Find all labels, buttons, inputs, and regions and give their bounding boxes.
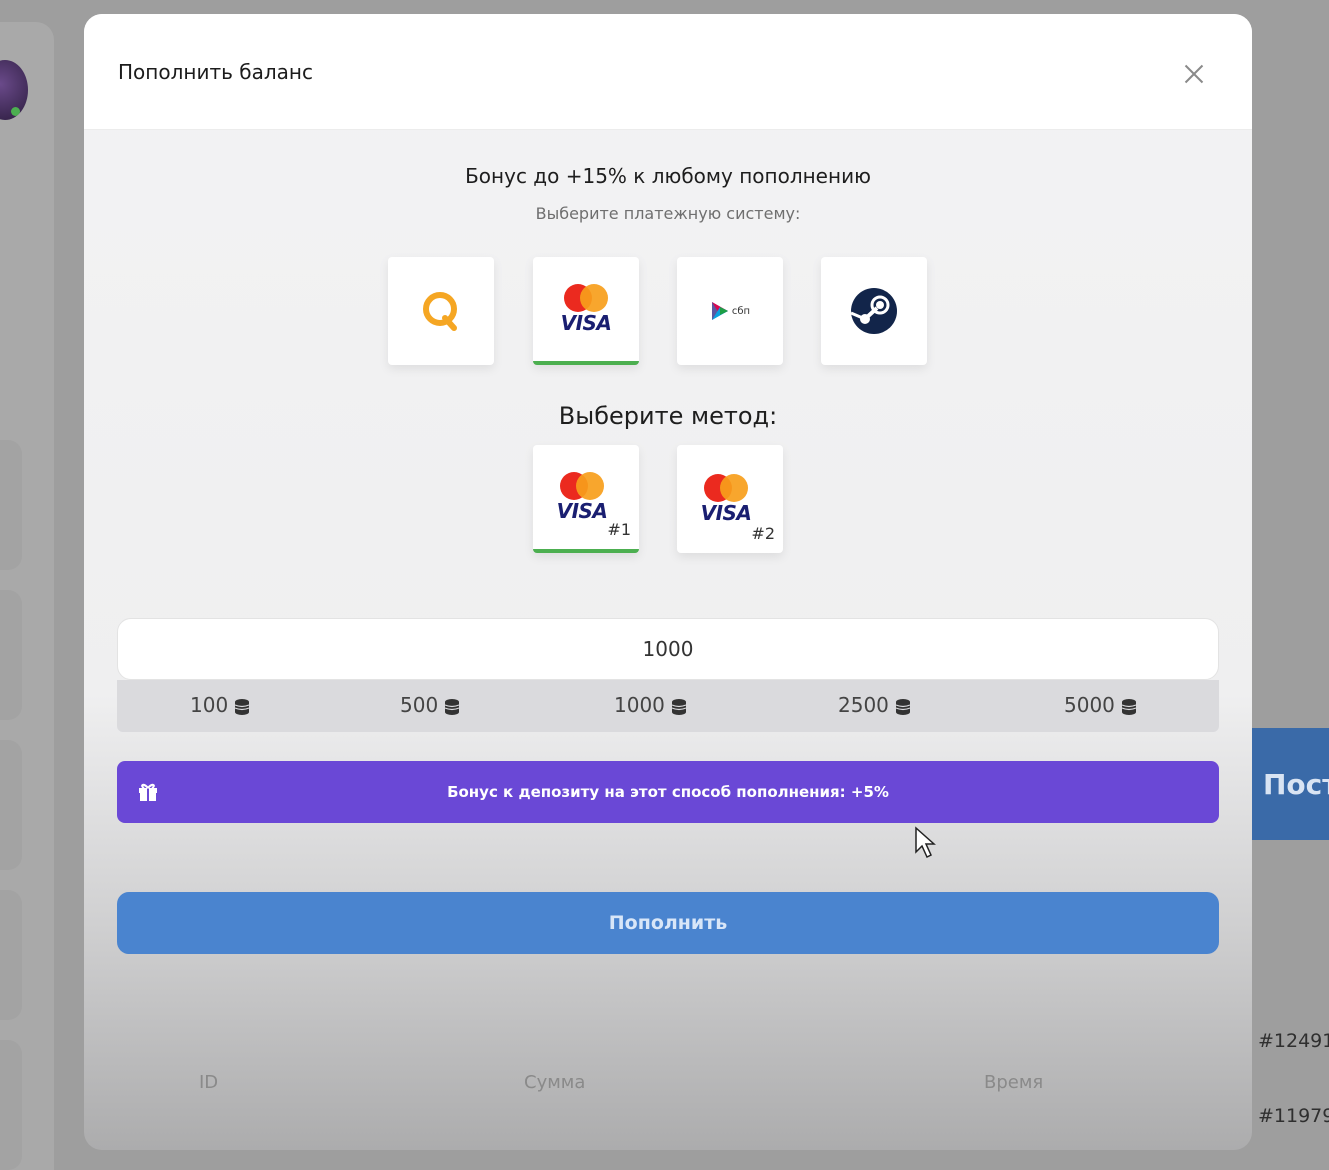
preset-amount-button[interactable]: 100 [190, 693, 252, 717]
table-header-id: ID [199, 1072, 219, 1093]
preset-amount-label: 5000 [1064, 693, 1115, 717]
method-number: #2 [751, 524, 775, 543]
background-transaction-id: #12491 [1258, 1030, 1329, 1052]
visa-label: VISA [560, 311, 612, 335]
preset-amount-label: 500 [400, 693, 439, 717]
steam-icon [850, 288, 897, 334]
background-transaction-id: #11979 [1258, 1105, 1329, 1127]
mastercard-visa-icon: VISA [561, 284, 612, 334]
deposit-modal: Пополнить баланс Бонус до +15% к любому … [84, 14, 1252, 1150]
preset-amount-label: 2500 [838, 693, 889, 717]
choose-system-label: Выберите платежную систему: [535, 204, 801, 223]
table-header-time: Время [984, 1072, 1044, 1093]
mastercard-visa-icon: VISA [701, 474, 752, 524]
coins-icon [234, 698, 250, 715]
coins-icon [1121, 698, 1137, 715]
method-card-1[interactable]: VISA #1 [533, 445, 639, 553]
choose-method-label: Выберите метод: [558, 402, 778, 430]
close-icon[interactable] [1184, 64, 1204, 84]
preset-amount-label: 100 [190, 693, 229, 717]
background-sidebar-block [0, 740, 22, 870]
background-sidebar-block [0, 890, 22, 1020]
coins-icon [895, 698, 911, 715]
visa-label: VISA [700, 501, 752, 525]
preset-amount-button[interactable]: 500 [400, 693, 462, 717]
sbp-label: сбп [731, 305, 751, 317]
method-card-2[interactable]: VISA #2 [677, 445, 783, 553]
table-header-amount: Сумма [524, 1072, 586, 1093]
qiwi-icon [423, 292, 457, 331]
amount-presets: 100 500 1000 2500 5000 [117, 680, 1219, 732]
method-number: #1 [607, 520, 631, 539]
online-status-dot [11, 107, 20, 116]
preset-amount-button[interactable]: 1000 [614, 693, 689, 717]
amount-input[interactable] [117, 618, 1219, 680]
sbp-icon: сбп [710, 301, 750, 321]
deposit-submit-button[interactable]: Пополнить [117, 892, 1219, 954]
mouse-cursor-icon [915, 826, 936, 859]
deposit-bonus-banner: Бонус к депозиту на этот способ пополнен… [117, 761, 1219, 823]
background-sidebar-block [0, 1040, 22, 1170]
preset-amount-button[interactable]: 2500 [838, 693, 913, 717]
payment-system-card[interactable]: VISA [533, 257, 639, 365]
bonus-banner-text: Бонус к депозиту на этот способ пополнен… [447, 783, 889, 801]
background-sidebar-block [0, 590, 22, 720]
payment-system-sbp[interactable]: сбп [677, 257, 783, 365]
modal-header: Пополнить баланс [84, 14, 1252, 130]
visa-label: VISA [556, 499, 608, 523]
preset-amount-button[interactable]: 5000 [1064, 693, 1139, 717]
payment-system-qiwi[interactable] [388, 257, 494, 365]
coins-icon [671, 698, 687, 715]
preset-amount-label: 1000 [614, 693, 665, 717]
background-post-button: Пост [1252, 728, 1329, 840]
coins-icon [444, 698, 460, 715]
modal-title: Пополнить баланс [118, 60, 313, 84]
background-sidebar-block [0, 440, 22, 570]
bonus-heading: Бонус до +15% к любому пополнению [465, 164, 871, 188]
payment-system-steam[interactable] [821, 257, 927, 365]
mastercard-visa-icon: VISA [557, 472, 608, 522]
